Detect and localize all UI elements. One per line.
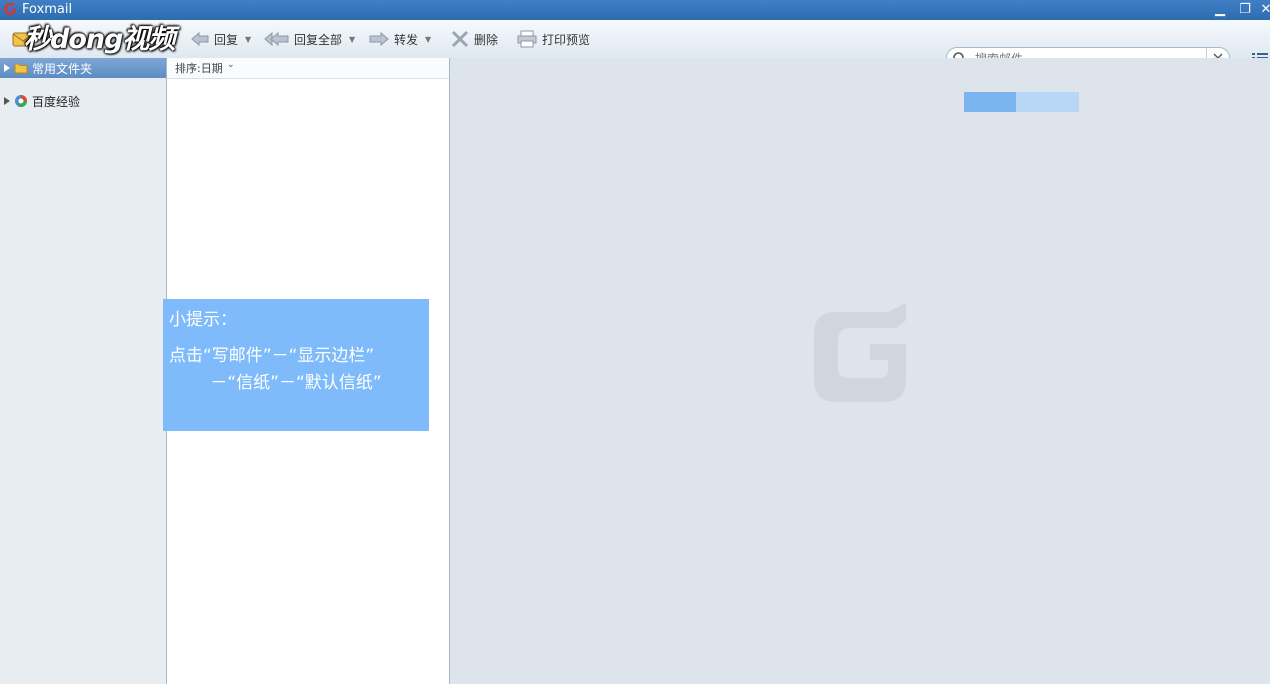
folder-item-baidu[interactable]: 百度经验	[0, 91, 166, 111]
reply-all-dropdown-icon[interactable]: ▼	[349, 35, 355, 44]
sort-by-date[interactable]: 排序:日期	[175, 60, 223, 76]
forward-label: 转发	[394, 32, 419, 47]
tip-line-2: －“信纸”－“默认信纸”	[210, 373, 382, 393]
expand-arrow-icon[interactable]	[4, 97, 10, 105]
folder-header-label: 常用文件夹	[32, 61, 93, 76]
folder-item-label: 百度经验	[32, 94, 81, 109]
chevron-down-icon[interactable]: ⌄	[227, 60, 235, 70]
reply-all-arrow-icon	[264, 31, 289, 47]
delete-button[interactable]: 删除	[450, 28, 498, 50]
loading-progress-fill	[964, 92, 1016, 112]
delete-x-icon	[451, 30, 469, 48]
window-title: Foxmail	[22, 2, 73, 17]
loading-progress-bar	[964, 92, 1079, 112]
tip-overlay: 小提示： 点击“写邮件”－“显示边栏” －“信纸”－“默认信纸”	[163, 299, 429, 431]
forward-button[interactable]: 转发 ▼	[368, 28, 431, 50]
folder-pane: 常用文件夹 百度经验	[0, 58, 167, 684]
reply-all-button[interactable]: 回复全部 ▼	[264, 28, 355, 50]
reply-all-label: 回复全部	[294, 32, 343, 47]
account-globe-icon	[15, 95, 27, 108]
expand-arrow-icon[interactable]	[4, 64, 10, 72]
foxmail-logo-icon	[4, 3, 16, 15]
restore-button[interactable]: ❐	[1235, 1, 1255, 19]
minimize-button[interactable]: ▁	[1210, 1, 1230, 19]
folder-header-common[interactable]: 常用文件夹	[0, 58, 166, 78]
reading-pane	[450, 58, 1270, 684]
reply-dropdown-icon[interactable]: ▼	[245, 35, 251, 44]
forward-arrow-icon	[369, 31, 389, 47]
foxmail-background-logo-icon	[814, 303, 906, 402]
folder-icon	[14, 63, 28, 74]
print-preview-label: 打印预览	[542, 32, 591, 47]
close-button[interactable]: ✕	[1256, 1, 1270, 19]
forward-dropdown-icon[interactable]: ▼	[425, 35, 431, 44]
delete-label: 删除	[474, 32, 499, 47]
video-watermark: 秒dong视频	[24, 24, 175, 55]
printer-icon	[517, 30, 537, 48]
title-bar: Foxmail ▁ ❐ ✕	[0, 0, 1270, 20]
print-preview-button[interactable]: 打印预览	[516, 28, 590, 50]
tip-title: 小提示：	[169, 310, 237, 330]
sort-bar: 排序:日期 ⌄	[167, 58, 449, 79]
tip-line-1: 点击“写邮件”－“显示边栏”	[169, 346, 375, 366]
